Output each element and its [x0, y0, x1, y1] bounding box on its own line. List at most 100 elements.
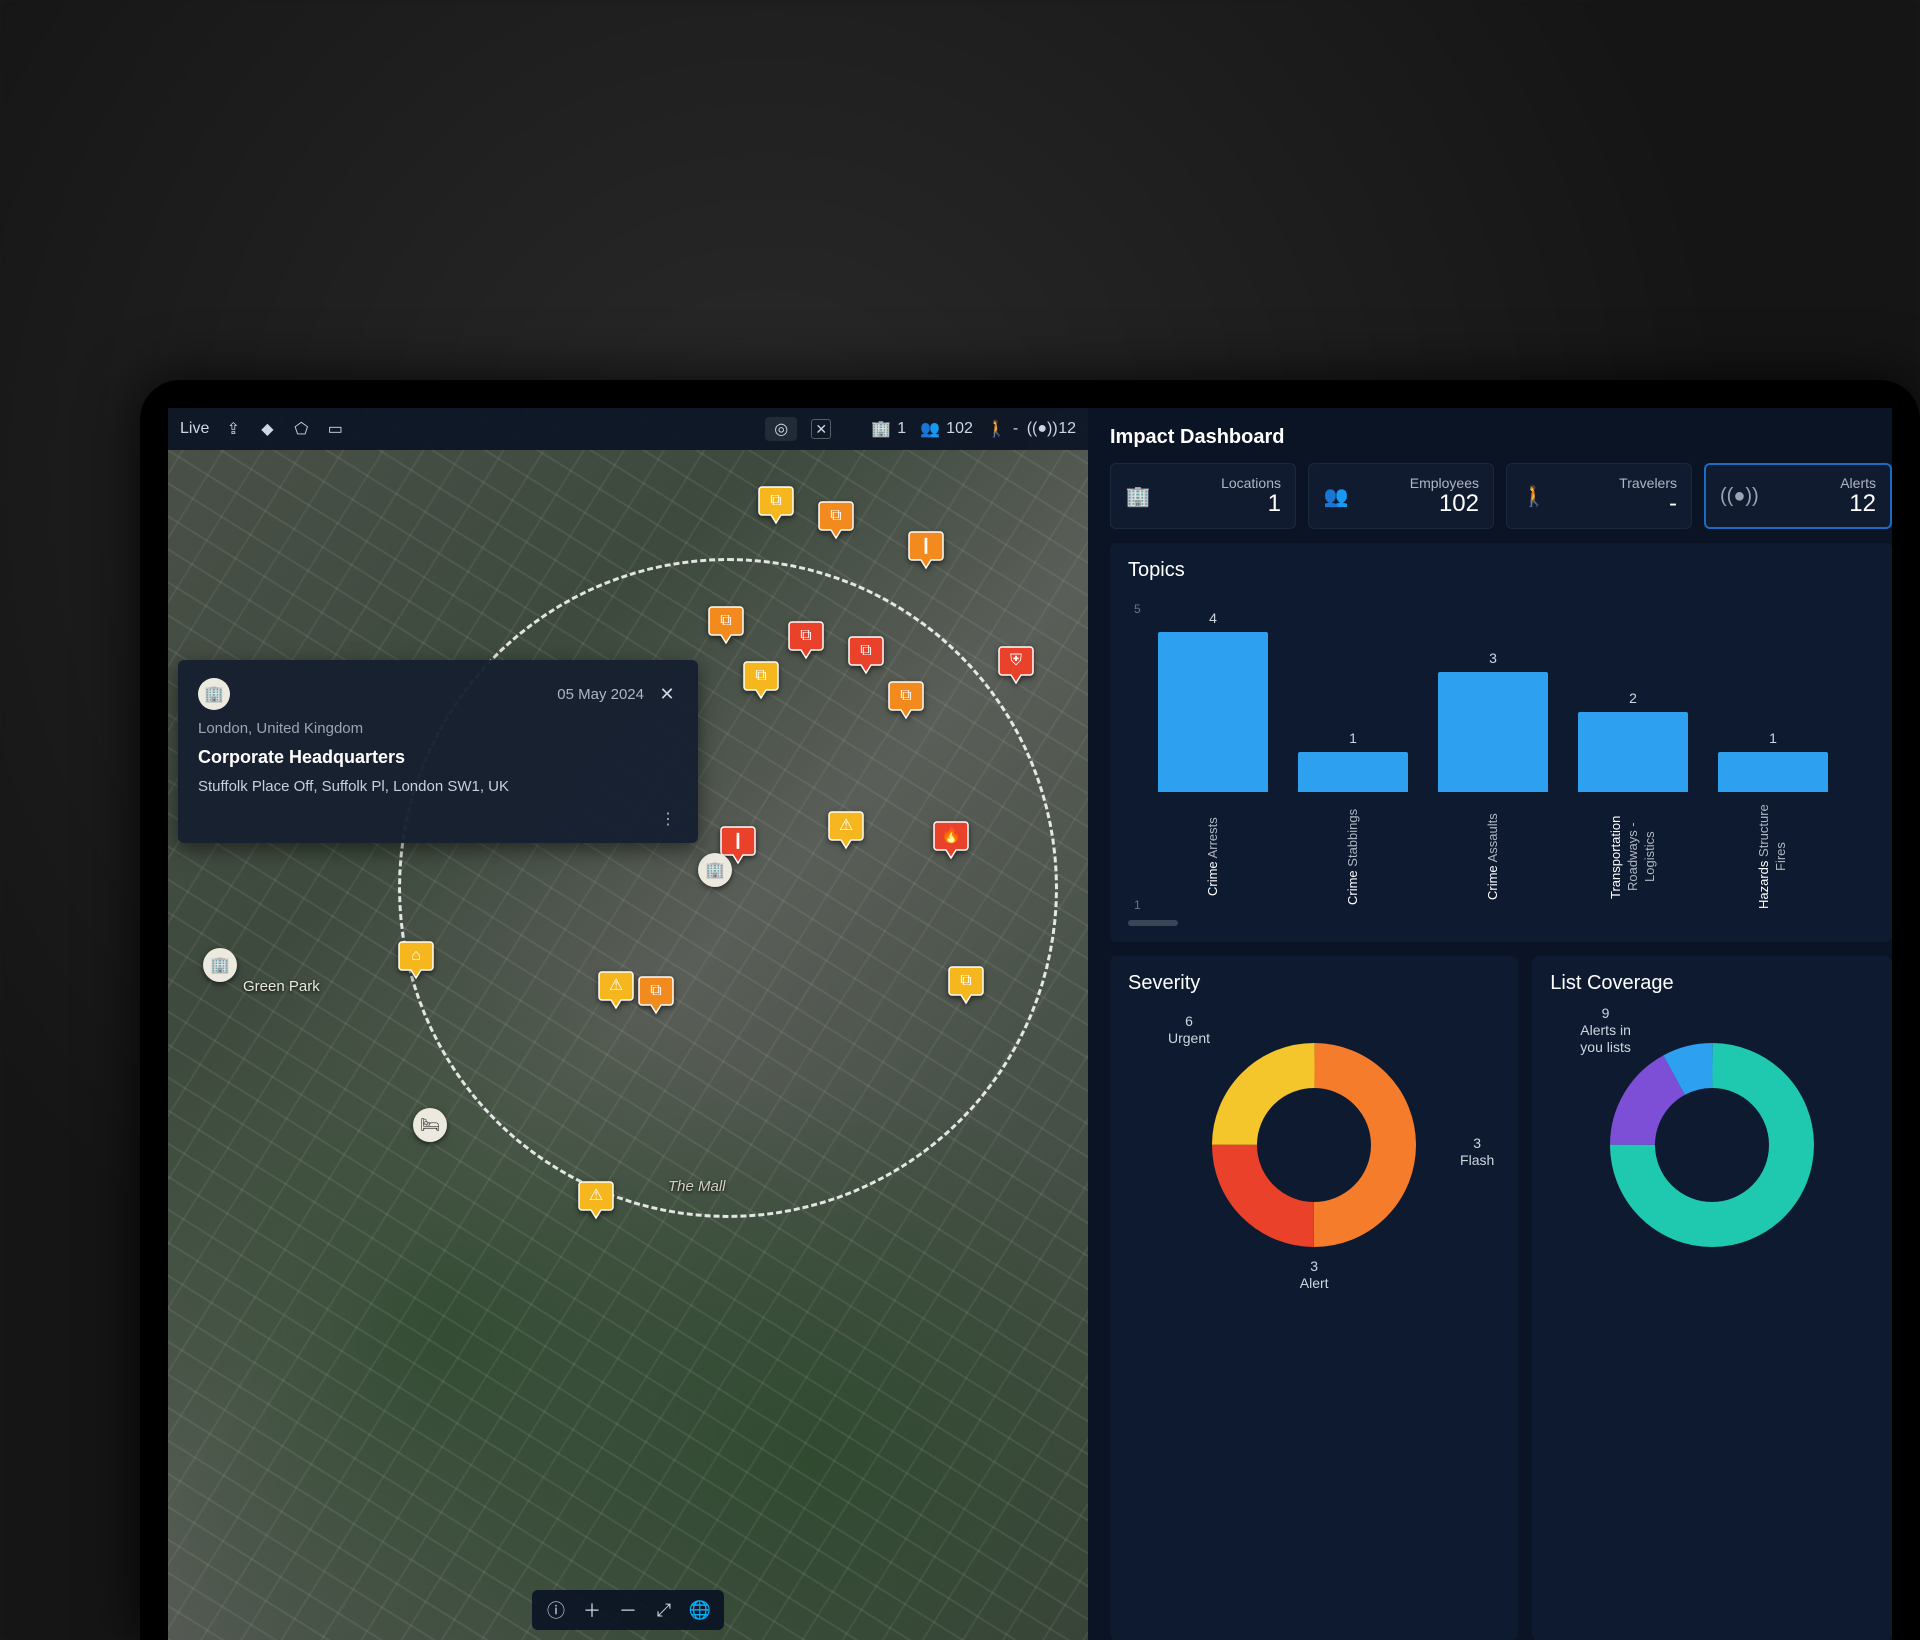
svg-text:⧉: ⧉: [830, 507, 841, 524]
stat-card-employees[interactable]: 👥 Employees 102: [1308, 463, 1494, 529]
globe-button[interactable]: 🌐: [686, 1596, 714, 1624]
clear-target-button[interactable]: ✕: [811, 419, 831, 439]
svg-text:⚠: ⚠: [839, 817, 853, 834]
geofence-circle[interactable]: [398, 558, 1058, 1218]
map-place-label: The Mall: [668, 1178, 726, 1195]
traveler-icon: 🚶: [1521, 484, 1547, 509]
broadcast-icon: ((●)): [1720, 485, 1746, 508]
popup-close-button[interactable]: ✕: [656, 683, 678, 705]
topics-bar-chart[interactable]: 51 4 Crime Arrests 1 Crime Stabbings 3 Cri…: [1128, 592, 1874, 912]
coverage-panel: List Coverage 9 Alerts in you lists: [1532, 956, 1892, 1640]
buildings-icon: 🏢: [871, 419, 891, 439]
target-mode-button[interactable]: ◎: [765, 417, 797, 441]
map-marker-link[interactable]: ⧉: [948, 963, 984, 1005]
map-marker-cone[interactable]: ⚠: [578, 1178, 614, 1220]
map-marker-link[interactable]: ⧉: [788, 618, 824, 660]
svg-text:⧉: ⧉: [755, 667, 766, 684]
svg-text:⧉: ⧉: [770, 492, 781, 509]
live-label: Live: [180, 420, 209, 438]
popup-more-button[interactable]: ⋮: [198, 809, 678, 829]
map-marker-link[interactable]: ⧉: [848, 633, 884, 675]
bar-value: 1: [1349, 730, 1357, 746]
donut-svg: [1607, 1040, 1817, 1250]
y-axis: 51: [1134, 602, 1141, 912]
plus-icon: ＋: [583, 1597, 601, 1623]
export-button[interactable]: ⇪: [223, 419, 243, 439]
svg-text:⚠: ⚠: [609, 977, 623, 994]
map-marker-home[interactable]: ⌂: [398, 938, 434, 980]
poi-marker-building[interactable]: 🏢: [203, 948, 237, 982]
screen-icon: ▭: [325, 419, 345, 439]
bar-label: Transportation Roadways - Logistics: [1608, 802, 1659, 912]
app-screen: Live ⇪ ◆ ⬠ ▭ ◎ ✕ 🏢1 👥102 🚶- ((●))12 Gree…: [168, 408, 1892, 1640]
bar-value: 3: [1489, 650, 1497, 666]
coverage-annotation: 9 Alerts in you lists: [1580, 1005, 1631, 1055]
map-marker-link[interactable]: ⧉: [638, 973, 674, 1015]
poi-marker-building[interactable]: 🏢: [698, 853, 732, 887]
coverage-title: List Coverage: [1550, 972, 1874, 995]
present-button[interactable]: ▭: [325, 419, 345, 439]
export-icon: ⇪: [223, 419, 243, 439]
map-marker-cone[interactable]: ⚠: [598, 968, 634, 1010]
map-panel[interactable]: Live ⇪ ◆ ⬠ ▭ ◎ ✕ 🏢1 👥102 🚶- ((●))12 Gree…: [168, 408, 1088, 1640]
map-marker-warn[interactable]: ❙: [908, 528, 944, 570]
buildings-filter[interactable]: 🏢1: [871, 419, 906, 439]
zoom-out-button[interactable]: －: [614, 1596, 642, 1624]
bar-crime-stabbings[interactable]: 1 Crime Stabbings: [1298, 752, 1408, 912]
location-popup: 🏢 05 May 2024 ✕ London, United Kingdom C…: [178, 660, 698, 843]
travelers-filter[interactable]: 🚶-: [987, 419, 1018, 439]
map-marker-link[interactable]: ⧉: [818, 498, 854, 540]
popup-address: Stuffolk Place Off, Suffolk Pl, London S…: [198, 778, 678, 795]
svg-text:⧉: ⧉: [900, 687, 911, 704]
map-marker-link[interactable]: ⧉: [708, 603, 744, 645]
people-icon: 👥: [1323, 484, 1349, 509]
map-controls: ⓘ ＋ － ⤢ 🌐: [532, 1590, 724, 1630]
severity-alert-label: 3Alert: [1300, 1258, 1329, 1292]
stat-value: 1: [1163, 491, 1281, 517]
building-icon: 🏢: [198, 678, 230, 710]
people-filter[interactable]: 👥102: [920, 419, 973, 439]
people-icon: 👥: [920, 419, 940, 439]
close-icon: ✕: [815, 421, 827, 438]
map-marker-link[interactable]: ⧉: [758, 483, 794, 525]
map-marker-link[interactable]: ⧉: [743, 658, 779, 700]
stat-row: 🏢 Locations 1👥 Employees 102🚶 Travelers …: [1110, 463, 1892, 529]
map-marker-link[interactable]: ⧉: [888, 678, 924, 720]
stat-value: 102: [1361, 491, 1479, 517]
stat-card-travelers[interactable]: 🚶 Travelers -: [1506, 463, 1692, 529]
buildings-icon: 🏢: [1125, 484, 1151, 509]
severity-donut-chart[interactable]: 6Urgent 3Flash 3Alert: [1128, 1005, 1500, 1285]
stat-card-locations[interactable]: 🏢 Locations 1: [1110, 463, 1296, 529]
map-marker-fire[interactable]: 🔥: [933, 818, 969, 860]
bar-hazards-structurefires[interactable]: 1 Hazards Structure Fires: [1718, 752, 1828, 912]
bar-value: 4: [1209, 610, 1217, 626]
info-button[interactable]: ⓘ: [542, 1596, 570, 1624]
zoom-in-button[interactable]: ＋: [578, 1596, 606, 1624]
polygon-button[interactable]: ⬠: [291, 419, 311, 439]
stat-value: -: [1559, 491, 1677, 517]
svg-text:⛨: ⛨: [1010, 652, 1022, 669]
severity-flash-label: 3Flash: [1460, 1135, 1494, 1169]
map-marker-shield[interactable]: ⛨: [998, 643, 1034, 685]
stat-card-alerts[interactable]: ((●)) Alerts 12: [1704, 463, 1892, 529]
traveler-icon: 🚶: [987, 419, 1007, 439]
severity-urgent-label: 6Urgent: [1168, 1013, 1210, 1047]
bar-crime-arrests[interactable]: 4 Crime Arrests: [1158, 632, 1268, 912]
severity-panel: Severity 6Urgent 3Flash 3Alert: [1110, 956, 1518, 1640]
layers-button[interactable]: ◆: [257, 419, 277, 439]
stat-label: Alerts: [1758, 475, 1876, 491]
coverage-donut-chart[interactable]: 9 Alerts in you lists: [1550, 1005, 1874, 1285]
severity-title: Severity: [1128, 972, 1500, 995]
close-icon: ✕: [659, 684, 674, 705]
fullscreen-button[interactable]: ⤢: [650, 1596, 678, 1624]
poi-marker-hotel[interactable]: 🛏: [413, 1108, 447, 1142]
map-marker-cone[interactable]: ⚠: [828, 808, 864, 850]
target-icon: ◎: [771, 419, 791, 439]
svg-text:❙: ❙: [919, 537, 932, 554]
bar-crime-assaults[interactable]: 3 Crime Assaults: [1438, 672, 1548, 912]
chart-scroll-indicator[interactable]: [1128, 920, 1178, 926]
alerts-filter[interactable]: ((●))12: [1032, 419, 1076, 439]
bar-transportation-roadways-logistics[interactable]: 2 Transportation Roadways - Logistics: [1578, 712, 1688, 912]
svg-text:⌂: ⌂: [411, 947, 421, 964]
popup-date: 05 May 2024: [557, 686, 644, 703]
